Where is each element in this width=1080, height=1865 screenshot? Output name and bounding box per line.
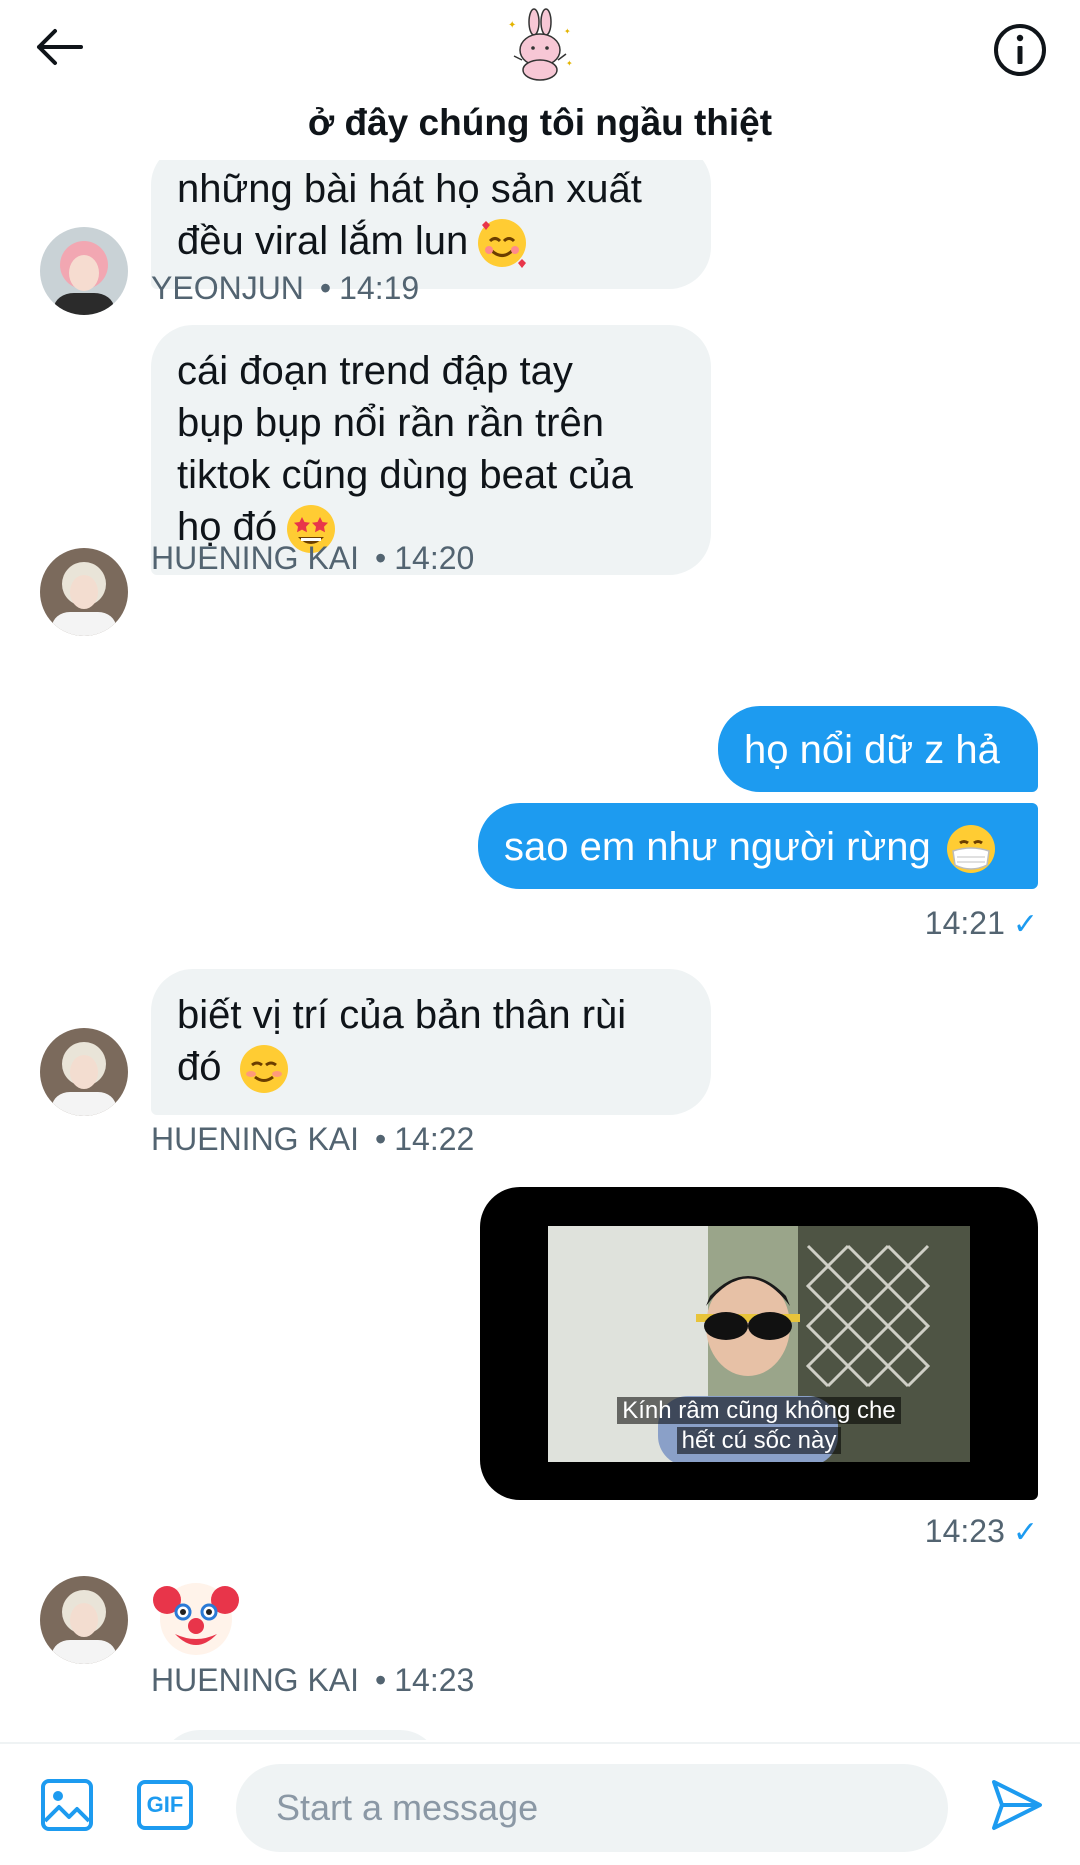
message-text: sao em như người rừng [504, 825, 931, 869]
sent-check-icon: ✓ [1012, 908, 1038, 941]
conversation-title: ở đây chúng tôi ngầu thiệt [307, 102, 773, 143]
message-bubble[interactable]: biết vị trí của bản thân rùi đó [151, 969, 711, 1115]
avatar-yeonjun[interactable] [40, 227, 128, 315]
gif-icon: GIF [137, 1780, 193, 1830]
arrow-left-icon [37, 29, 83, 65]
face-with-medical-mask-icon [946, 825, 995, 874]
sent-check-icon: ✓ [1012, 1516, 1038, 1549]
avatar-huening-kai[interactable] [40, 548, 128, 636]
message-text-line: cái đoạn trend đập tay [177, 349, 573, 393]
message-time: 14:23 [924, 1513, 1005, 1549]
message-text-line: tiktok cũng dùng beat của [177, 453, 633, 497]
message-bubble-partial[interactable] [160, 1730, 440, 1740]
message-composer: GIF [0, 1742, 1080, 1865]
avatar-huening-kai[interactable] [40, 1028, 128, 1116]
video-thumbnail[interactable]: Kính râm cũng không che hết cú sốc này [548, 1226, 970, 1462]
group-avatar[interactable]: ✦ ✦ ✦ [500, 8, 580, 83]
message-bubble-outgoing[interactable]: sao em như người rừng [478, 803, 1038, 889]
sender-name: HUENING KAI [151, 540, 360, 576]
smiling-face-icon [239, 1045, 288, 1094]
conversation-header: ✦ ✦ ✦ ở đây chúng tôi ngầu thiệt [0, 0, 1080, 160]
subtitle-line: hết cú sốc này [676, 1427, 842, 1454]
send-icon [992, 1780, 1042, 1830]
video-message[interactable]: Kính râm cũng không che hết cú sốc này [480, 1187, 1038, 1500]
message-text-line: những bài hát họ sản xuất [177, 167, 642, 211]
svg-text:✦: ✦ [566, 59, 573, 68]
emoji-message[interactable] [151, 1572, 241, 1662]
message-text: đó [177, 1045, 222, 1089]
message-text-line: bụp bụp nổi rần rần trên [177, 401, 604, 445]
sender-name: HUENING KAI [151, 1121, 360, 1157]
video-subtitle: hết cú sốc này [548, 1426, 970, 1456]
avatar-image [40, 548, 128, 636]
subtitle-line: Kính râm cũng không che [617, 1397, 901, 1424]
sender-name: HUENING KAI [151, 1662, 360, 1698]
message-text: đều viral lắm lun [177, 219, 469, 263]
message-time: 14:20 [394, 540, 475, 576]
message-text-line: đều viral lắm lun [177, 215, 685, 271]
svg-text:✦: ✦ [508, 20, 516, 31]
gif-button[interactable]: GIF [136, 1776, 194, 1834]
message-meta: HUENING KAI • 14:20 [151, 540, 475, 576]
add-media-button[interactable] [38, 1776, 96, 1834]
avatar-image [40, 1576, 128, 1664]
message-text-line: biết vị trí của bản thân rùi [177, 993, 627, 1037]
sender-name: YEONJUN [151, 270, 304, 306]
video-subtitle: Kính râm cũng không che [548, 1396, 970, 1426]
conversation-info-button[interactable] [990, 20, 1050, 80]
message-meta: 14:21 ✓ [820, 905, 1038, 942]
message-time: 14:23 [394, 1662, 475, 1698]
gif-label: GIF [146, 1792, 184, 1817]
message-list[interactable]: những bài hát họ sản xuất đều viral lắm … [0, 160, 1080, 1740]
message-time: 14:21 [924, 905, 1005, 941]
info-circle-icon [994, 24, 1046, 76]
message-meta: HUENING KAI • 14:23 [151, 1662, 475, 1698]
back-button[interactable] [30, 22, 90, 72]
clown-face-icon [153, 1583, 239, 1655]
smiling-face-with-hearts-icon [478, 219, 527, 269]
svg-text:✦: ✦ [564, 27, 571, 36]
message-bubble-outgoing[interactable]: họ nổi dữ z hả [718, 706, 1038, 792]
message-meta: 14:23 ✓ [820, 1513, 1038, 1550]
message-time: 14:22 [394, 1121, 475, 1157]
message-meta: HUENING KAI • 14:22 [151, 1121, 475, 1157]
send-button[interactable] [984, 1776, 1050, 1834]
bunny-sticker-icon: ✦ ✦ ✦ [508, 8, 573, 81]
message-text: họ nổi dữ z hả [744, 728, 1000, 772]
message-time: 14:19 [339, 270, 420, 306]
avatar-image [40, 1028, 128, 1116]
message-input[interactable] [236, 1764, 948, 1852]
message-text-line: đó [177, 1041, 685, 1097]
message-meta: YEONJUN • 14:19 [151, 270, 420, 306]
avatar-image [40, 227, 128, 315]
avatar-huening-kai[interactable] [40, 1576, 128, 1664]
image-icon [41, 1779, 93, 1831]
message-bubble[interactable]: cái đoạn trend đập tay bụp bụp nổi rần r… [151, 325, 711, 575]
